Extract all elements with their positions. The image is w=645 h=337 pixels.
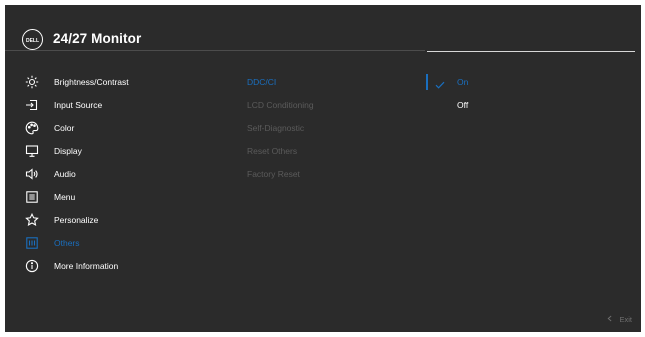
- option-on[interactable]: On: [426, 72, 627, 92]
- dell-logo-mark: DELL: [26, 37, 39, 42]
- svg-text:DELL: DELL: [26, 37, 39, 42]
- star-icon: [25, 213, 39, 227]
- menu-item-color[interactable]: Color: [5, 118, 240, 138]
- menu-item-brightness-contrast[interactable]: Brightness/Contrast: [5, 72, 240, 92]
- dell-logo: DELL: [22, 29, 43, 50]
- input-icon: [25, 98, 39, 112]
- menu-item-label: Personalize: [54, 215, 99, 225]
- menu-item-personalize[interactable]: Personalize: [5, 210, 240, 230]
- option-label: Off: [457, 100, 469, 110]
- header-divider: [5, 50, 425, 51]
- menu-item-audio[interactable]: Audio: [5, 164, 240, 184]
- menu-item-menu[interactable]: Menu: [5, 187, 240, 207]
- menu-icon: [25, 190, 39, 204]
- sun-icon: [25, 75, 39, 89]
- others-icon: [25, 236, 39, 250]
- exit-button[interactable]: Exit: [607, 315, 632, 324]
- menu-item-label: Menu: [54, 192, 76, 202]
- menu-item-label: Others: [54, 238, 80, 248]
- menu-item-input-source[interactable]: Input Source: [5, 95, 240, 115]
- menu-item-label: Input Source: [54, 100, 103, 110]
- checkmark-icon: [435, 77, 445, 89]
- menu-item-display[interactable]: Display: [5, 141, 240, 161]
- osd-window: DELL 24/27 Monitor Brightness/Contrast I…: [5, 5, 641, 332]
- menu-item-more-information[interactable]: More Information: [5, 256, 240, 276]
- selection-indicator: [426, 74, 428, 90]
- page-title: 24/27 Monitor: [53, 31, 142, 46]
- submenu-item-lcd-conditioning[interactable]: LCD Conditioning: [247, 95, 427, 115]
- menu-item-label: Audio: [54, 169, 76, 179]
- chevron-left-icon: [607, 315, 612, 324]
- display-icon: [25, 144, 39, 158]
- submenu-item-reset-others[interactable]: Reset Others: [247, 141, 427, 161]
- menu-item-label: Color: [54, 123, 75, 133]
- palette-icon: [25, 121, 39, 135]
- menu-item-others[interactable]: Others: [5, 233, 240, 253]
- option-label: On: [457, 77, 469, 87]
- exit-label: Exit: [619, 315, 632, 324]
- header: DELL 24/27 Monitor: [5, 5, 641, 60]
- submenu-item-factory-reset[interactable]: Factory Reset: [247, 164, 427, 184]
- menu-item-label: More Information: [54, 261, 119, 271]
- option-off[interactable]: Off: [427, 95, 627, 115]
- submenu-item-self-diagnostic[interactable]: Self-Diagnostic: [247, 118, 427, 138]
- submenu-item-ddc-ci[interactable]: DDC/CI: [247, 72, 427, 92]
- menu-item-label: Display: [54, 146, 82, 156]
- menu-item-label: Brightness/Contrast: [54, 77, 129, 87]
- info-icon: [25, 259, 39, 273]
- header-divider-accent: [427, 51, 635, 52]
- speaker-icon: [25, 167, 39, 181]
